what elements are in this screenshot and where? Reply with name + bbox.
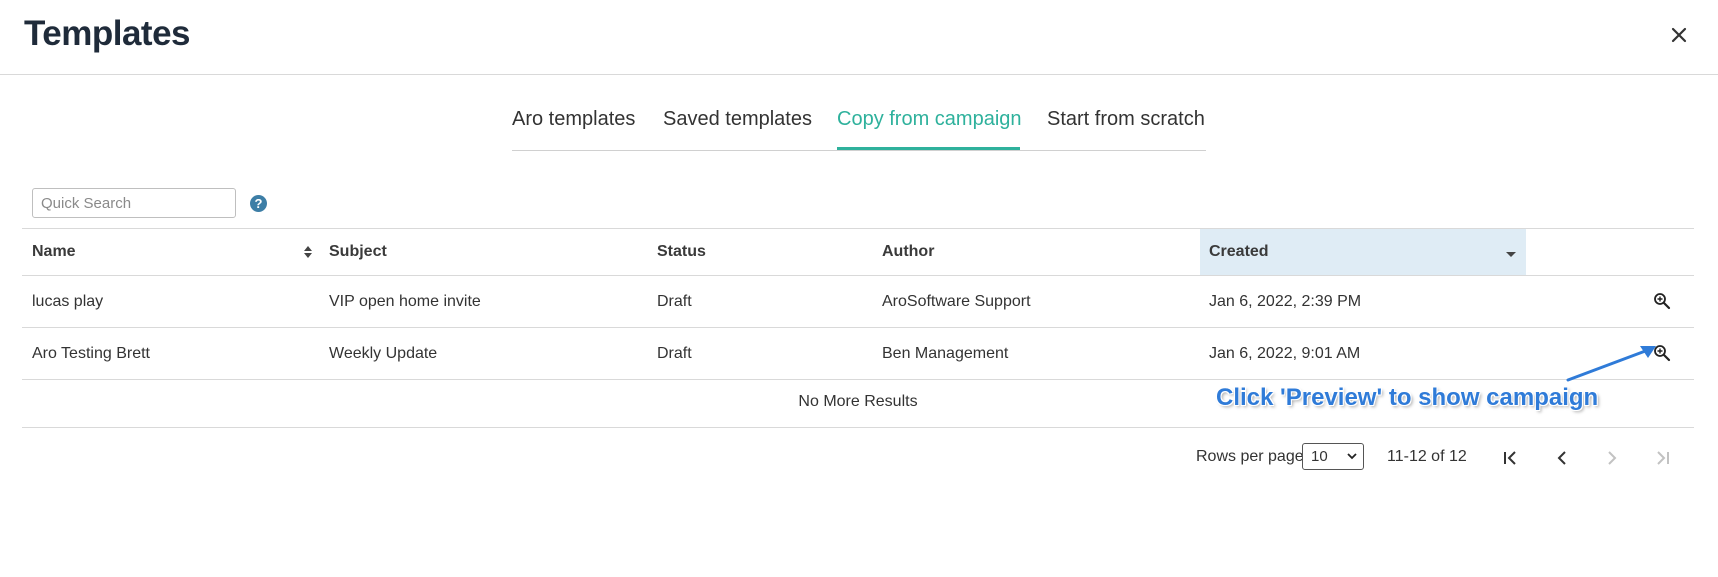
rows-per-page-select[interactable]: 10 — [1302, 443, 1364, 470]
annotation-arrow-icon — [1566, 346, 1656, 382]
tab-aro-templates[interactable]: Aro templates — [512, 108, 635, 131]
cell-author: Ben Management — [882, 345, 1009, 362]
previous-page-icon[interactable] — [1552, 448, 1572, 468]
tab-copy-from-campaign[interactable]: Copy from campaign — [837, 108, 1022, 131]
cell-created: Jan 6, 2022, 2:39 PM — [1209, 293, 1362, 310]
cell-name: Aro Testing Brett — [32, 345, 150, 362]
column-header-status[interactable]: Status — [657, 229, 706, 275]
modal-header: Templates — [0, 0, 1718, 75]
cell-author: AroSoftware Support — [882, 293, 1031, 310]
sort-icon[interactable] — [301, 244, 315, 260]
rows-per-page-label: Rows per page — [1196, 448, 1304, 465]
close-icon[interactable] — [1666, 22, 1692, 48]
cell-name: lucas play — [32, 293, 104, 310]
table-row[interactable]: lucas play VIP open home invite Draft Ar… — [22, 276, 1694, 328]
tab-saved-templates[interactable]: Saved templates — [663, 108, 812, 131]
cell-created: Jan 6, 2022, 9:01 AM — [1209, 345, 1361, 362]
column-header-author[interactable]: Author — [882, 229, 934, 275]
sort-descending-icon[interactable] — [1504, 244, 1518, 260]
page-title: Templates — [24, 14, 191, 53]
annotation-callout: Click 'Preview' to show campaign — [1216, 384, 1599, 411]
cell-subject: VIP open home invite — [329, 293, 481, 310]
first-page-icon[interactable] — [1500, 448, 1520, 468]
table-header: Name Subject Status Author Created — [22, 228, 1694, 276]
column-header-subject[interactable]: Subject — [329, 229, 387, 275]
next-page-icon[interactable] — [1602, 448, 1622, 468]
question-circle-icon[interactable]: ? — [250, 195, 267, 212]
page-range: 11-12 of 12 — [1387, 448, 1467, 465]
cell-subject: Weekly Update — [329, 345, 438, 362]
cell-status: Draft — [657, 345, 692, 362]
column-header-created[interactable]: Created — [1209, 229, 1269, 275]
tab-start-from-scratch[interactable]: Start from scratch — [1047, 108, 1205, 131]
column-header-name[interactable]: Name — [32, 229, 76, 275]
rows-per-page-value: 10 — [1311, 448, 1328, 465]
last-page-icon[interactable] — [1653, 448, 1673, 468]
chevron-down-icon — [1347, 453, 1357, 460]
template-tabs: Aro templates Saved templates Copy from … — [512, 96, 1206, 151]
active-tab-indicator — [837, 147, 1020, 150]
quick-search-input[interactable] — [32, 188, 236, 218]
table-row[interactable]: Aro Testing Brett Weekly Update Draft Be… — [22, 328, 1694, 380]
preview-zoom-icon[interactable] — [1652, 291, 1672, 311]
cell-status: Draft — [657, 293, 692, 310]
